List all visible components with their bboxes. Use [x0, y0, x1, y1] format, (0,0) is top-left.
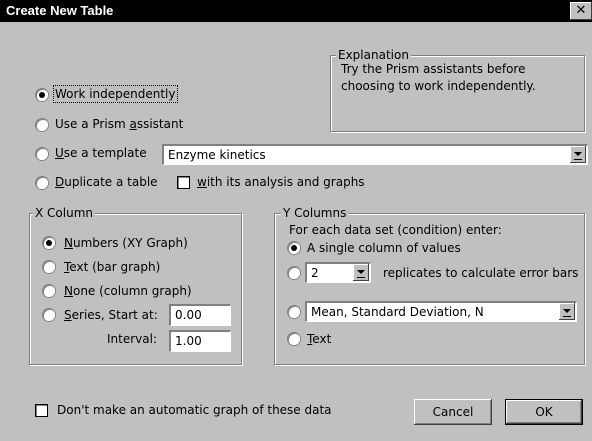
x-none-text-b: one (column graph) — [72, 284, 192, 298]
window-title: Create New Table — [6, 3, 114, 18]
x-none-label[interactable]: None (column graph) — [64, 284, 192, 298]
interval-label: Interval: — [107, 332, 157, 346]
ok-button-label: OK — [535, 405, 553, 419]
use-assistant-text-c: ssistant — [136, 117, 184, 131]
y-text-text-b: ext — [312, 332, 332, 346]
x-column-legend: X Column — [33, 206, 95, 220]
mean-sd-dropdown-button[interactable] — [559, 303, 575, 320]
x-none-text-a: N — [64, 284, 73, 298]
x-numbers-text-b: umbers (XY Graph) — [72, 236, 188, 250]
with-analysis-text-a: w — [197, 175, 207, 189]
template-dropdown-button[interactable] — [570, 146, 586, 163]
x-numbers-radio[interactable] — [43, 237, 55, 249]
duplicate-table-radio[interactable] — [36, 177, 48, 189]
y-mean-radio[interactable] — [288, 306, 300, 318]
close-button[interactable]: ✕ — [570, 2, 592, 20]
chevron-down-icon — [357, 277, 365, 278]
x-series-radio[interactable] — [43, 309, 55, 321]
duplicate-text-b: uplicate a table — [64, 175, 158, 189]
chevron-down-icon — [574, 159, 582, 160]
explanation-legend: Explanation — [336, 48, 411, 62]
x-series-text-b: eries, Start at: — [71, 308, 158, 322]
with-analysis-checkbox[interactable] — [177, 176, 190, 189]
replicates-dropdown-button[interactable] — [353, 264, 369, 281]
use-assistant-text-a: Use a Prism — [55, 117, 130, 131]
template-select-value: Enzyme kinetics — [168, 148, 266, 162]
replicates-select-value: 2 — [311, 266, 319, 280]
y-single-column-radio[interactable] — [288, 242, 300, 254]
y-text-radio[interactable] — [288, 333, 300, 345]
replicates-label: replicates to calculate error bars — [383, 266, 579, 280]
series-start-value: 0.00 — [175, 308, 202, 322]
y-replicates-radio[interactable] — [288, 267, 300, 279]
no-auto-graph-label[interactable]: Don't make an automatic graph of these d… — [57, 403, 332, 417]
no-auto-graph-checkbox[interactable] — [35, 404, 48, 417]
use-template-radio[interactable] — [36, 148, 48, 160]
cancel-button[interactable]: Cancel — [414, 399, 492, 425]
y-text-label[interactable]: Text — [307, 332, 331, 346]
mean-sd-select[interactable]: Mean, Standard Deviation, N — [305, 301, 577, 322]
x-text-text-b: ext (bar graph) — [69, 260, 161, 274]
duplicate-table-label[interactable]: Duplicate a table — [55, 175, 158, 189]
work-independently-text: Work independently — [55, 87, 176, 101]
x-text-radio[interactable] — [43, 261, 55, 273]
use-template-label[interactable]: Use a template — [55, 146, 147, 160]
series-start-input[interactable]: 0.00 — [169, 304, 231, 326]
interval-input[interactable]: 1.00 — [169, 330, 231, 352]
y-single-column-label[interactable]: A single column of values — [307, 241, 461, 255]
work-independently-radio[interactable] — [36, 89, 48, 101]
mean-sd-select-value: Mean, Standard Deviation, N — [311, 305, 484, 319]
use-template-text-a: U — [55, 146, 64, 160]
x-series-text-a: S — [64, 308, 72, 322]
y-columns-legend: Y Columns — [281, 206, 349, 220]
y-columns-prompt: For each data set (condition) enter: — [289, 223, 502, 237]
close-icon: ✕ — [575, 3, 587, 18]
use-assistant-text-b: a — [129, 117, 137, 131]
use-assistant-label[interactable]: Use a Prism assistant — [55, 117, 183, 131]
with-analysis-text-b: ith its analysis and graphs — [206, 175, 365, 189]
work-independently-label[interactable]: Work independently — [53, 85, 178, 103]
x-series-label[interactable]: Series, Start at: — [64, 308, 158, 322]
x-numbers-label[interactable]: Numbers (XY Graph) — [64, 236, 188, 250]
cancel-button-label: Cancel — [432, 405, 474, 419]
use-template-text-b: se a template — [63, 146, 147, 160]
ok-button[interactable]: OK — [505, 399, 583, 425]
chevron-down-icon — [563, 316, 571, 317]
x-none-radio[interactable] — [43, 285, 55, 297]
with-analysis-label[interactable]: with its analysis and graphs — [197, 175, 365, 189]
title-bar: Create New Table ✕ — [0, 0, 592, 22]
x-text-label[interactable]: Text (bar graph) — [64, 260, 160, 274]
explanation-text-line1: Try the Prism assistants before — [341, 62, 526, 76]
interval-value: 1.00 — [175, 334, 202, 348]
template-select[interactable]: Enzyme kinetics — [162, 144, 588, 165]
duplicate-text-a: D — [55, 175, 65, 189]
use-assistant-radio[interactable] — [36, 119, 48, 131]
x-numbers-text-a: N — [64, 236, 73, 250]
explanation-text-line2: choosing to work independently. — [341, 79, 536, 93]
